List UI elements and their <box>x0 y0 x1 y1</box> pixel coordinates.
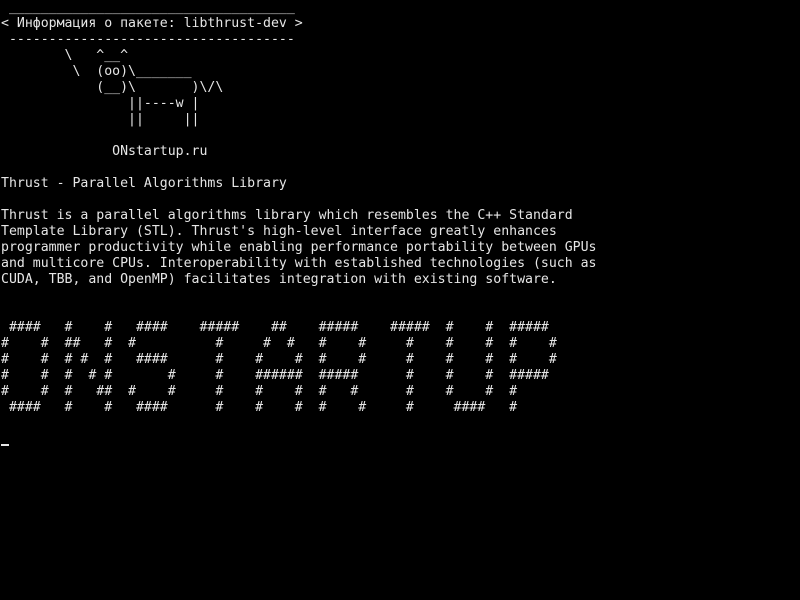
bubble-top-border: ____________________________________ <box>1 0 295 15</box>
terminal-screen[interactable]: ____________________________________ < И… <box>0 0 800 600</box>
description-line: and multicore CPUs. Interoperability wit… <box>1 256 597 271</box>
package-description: Thrust is a parallel algorithms library … <box>1 208 800 288</box>
bubble-message: < Информация о пакете: libthrust-dev > <box>1 16 303 31</box>
banner-line: # # # # # #### # # # # # # # # # # <box>1 352 557 367</box>
cowsay-cow-art: \ ^__^ \ (oo)\_______ (__)\ )\/\ ||----w… <box>1 48 800 128</box>
package-title: Thrust - Parallel Algorithms Library <box>1 176 287 191</box>
cow-line: ||----w | <box>1 96 200 111</box>
banner-line: #### # # #### ##### ## ##### ##### # # #… <box>1 320 549 335</box>
description-line: CUDA, TBB, and OpenMP) facilitates integ… <box>1 272 557 287</box>
ascii-banner: #### # # #### ##### ## ##### ##### # # #… <box>1 320 800 416</box>
bubble-bottom-border: ------------------------------------ <box>1 32 295 47</box>
banner-line: # # # ## # # # # # # # # # # # <box>1 384 518 399</box>
cow-line: (__)\ )\/\ <box>1 80 224 95</box>
banner-line: # # # # # # # ###### ##### # # # ##### <box>1 368 549 383</box>
description-line: Template Library (STL). Thrust's high-le… <box>1 224 557 239</box>
cow-line: \ (oo)\_______ <box>1 64 192 79</box>
banner-line: #### # # #### # # # # # # #### # <box>1 400 518 415</box>
banner-line: # # ## # # # # # # # # # # # # <box>1 336 557 351</box>
cow-line: || || <box>1 112 200 127</box>
cow-line: \ ^__^ <box>1 48 129 63</box>
description-line: programmer productivity while enabling p… <box>1 240 597 255</box>
description-line: Thrust is a parallel algorithms library … <box>1 208 573 223</box>
text-cursor <box>1 444 9 446</box>
cowsay-speech-bubble: ____________________________________ < И… <box>1 0 800 48</box>
prompt-line[interactable] <box>1 432 800 448</box>
site-name: ONstartup.ru <box>1 144 208 159</box>
